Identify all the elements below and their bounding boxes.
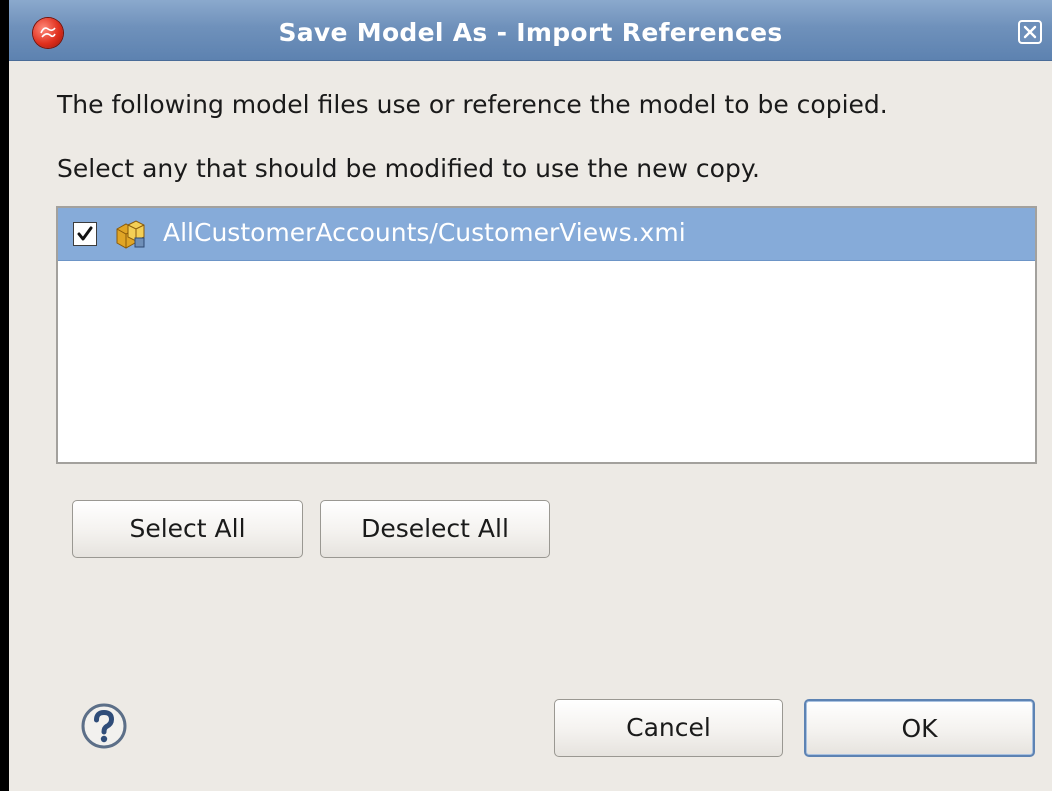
window-title: Save Model As - Import References <box>278 18 783 47</box>
close-icon <box>1023 25 1037 39</box>
help-icon[interactable] <box>77 701 131 751</box>
item-checkbox[interactable] <box>73 222 97 246</box>
close-button[interactable] <box>1018 20 1042 44</box>
title-bar[interactable]: Save Model As - Import References <box>9 0 1052 61</box>
instruction-text: Select any that should be modified to us… <box>57 154 760 183</box>
cancel-button[interactable]: Cancel <box>554 699 783 757</box>
select-all-button[interactable]: Select All <box>72 500 303 558</box>
view-model-icon <box>116 220 145 249</box>
ok-button[interactable]: OK <box>804 699 1035 757</box>
deselect-all-button[interactable]: Deselect All <box>320 500 550 558</box>
description-text: The following model files use or referen… <box>57 90 888 119</box>
list-item[interactable]: AllCustomerAccounts/CustomerViews.xmi <box>58 208 1035 261</box>
list-item-label: AllCustomerAccounts/CustomerViews.xmi <box>163 218 686 247</box>
references-list[interactable]: AllCustomerAccounts/CustomerViews.xmi <box>56 206 1037 464</box>
dialog-window: Save Model As - Import References The fo… <box>0 0 1052 791</box>
checkmark-icon <box>77 226 93 241</box>
